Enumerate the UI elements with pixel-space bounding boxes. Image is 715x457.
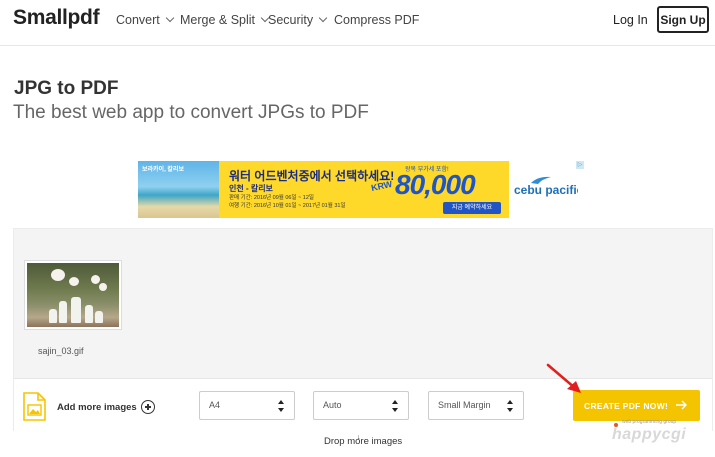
advertisement-banner[interactable]: 보라카이, 칼리보 워터 어드벤처중에서 선택하세요! 인천 - 칼리보 판매 … bbox=[138, 161, 578, 218]
ad-route: 인천 - 칼리보 bbox=[229, 184, 273, 193]
annotation-arrow-icon bbox=[545, 362, 585, 396]
ad-headline: 워터 어드벤처중에서 선택하세요! bbox=[229, 169, 395, 183]
flower-shape bbox=[69, 277, 79, 286]
ad-choices-icon[interactable]: ▷ bbox=[576, 161, 584, 169]
watermark-logo: happycgi bbox=[612, 426, 687, 443]
arrow-right-icon bbox=[676, 400, 688, 410]
page-subtitle: The best web app to convert JPGs to PDF bbox=[13, 102, 369, 123]
vase-shape bbox=[49, 309, 57, 323]
nav-merge-split-label: Merge & Split bbox=[180, 13, 256, 27]
margin-value: Small Margin bbox=[438, 400, 491, 410]
page-title: JPG to PDF bbox=[14, 78, 119, 99]
watermark-tagline: web programming group bbox=[622, 419, 677, 425]
smallpdf-logo[interactable]: Smallpdf bbox=[13, 6, 100, 30]
orientation-select[interactable]: Auto bbox=[313, 391, 409, 420]
nav-convert[interactable]: Convert bbox=[116, 13, 175, 27]
select-arrows-icon bbox=[392, 400, 399, 412]
chevron-down-icon bbox=[165, 13, 175, 23]
select-arrows-icon bbox=[278, 400, 285, 412]
orientation-value: Auto bbox=[323, 400, 342, 410]
login-link[interactable]: Log In bbox=[613, 13, 648, 27]
nav-security-label: Security bbox=[268, 13, 314, 27]
nav-compress-pdf-label: Compress PDF bbox=[334, 13, 420, 27]
flower-shape bbox=[91, 275, 100, 284]
add-more-images-label[interactable]: Add more images bbox=[57, 402, 137, 413]
ad-beach-photo: 보라카이, 칼리보 bbox=[138, 161, 219, 218]
flower-shape bbox=[99, 283, 107, 291]
page-size-value: A4 bbox=[209, 400, 221, 410]
conversion-toolbar: Add more images A4 Auto Small Margin CRE… bbox=[14, 378, 712, 431]
drop-more-images-hint: Drop more images bbox=[324, 436, 403, 447]
select-arrows-icon bbox=[507, 400, 514, 412]
vase-shape bbox=[85, 305, 93, 323]
margin-select[interactable]: Small Margin bbox=[428, 391, 524, 420]
create-pdf-button[interactable]: CREATE PDF NOW! bbox=[573, 390, 700, 421]
flower-shape bbox=[51, 269, 65, 281]
ad-brand: cebu pacific bbox=[514, 183, 578, 197]
image-thumbnail-card[interactable] bbox=[24, 260, 122, 330]
top-navigation-bar: Smallpdf Convert Merge & Split Security … bbox=[0, 0, 715, 46]
page-size-select[interactable]: A4 bbox=[199, 391, 295, 420]
signup-button[interactable]: Sign Up bbox=[657, 6, 709, 33]
ad-photo-caption: 보라카이, 칼리보 bbox=[142, 167, 184, 173]
vase-shape bbox=[71, 297, 81, 323]
create-pdf-label: CREATE PDF NOW! bbox=[584, 400, 669, 411]
ad-yellow-panel: 워터 어드벤처중에서 선택하세요! 인천 - 칼리보 판매 기간: 2016년 … bbox=[219, 161, 509, 218]
add-circle-icon[interactable] bbox=[141, 400, 155, 414]
nav-compress-pdf[interactable]: Compress PDF bbox=[334, 13, 419, 27]
chevron-down-icon bbox=[318, 13, 328, 23]
image-file-name: sajin_03.gif bbox=[38, 346, 84, 356]
vase-shape bbox=[59, 301, 67, 323]
nav-security[interactable]: Security bbox=[268, 13, 328, 27]
ad-cta-button[interactable]: 지금 예약하세요 bbox=[443, 202, 501, 214]
nav-convert-label: Convert bbox=[116, 13, 160, 27]
ad-dates: 판매 기간: 2016년 09월 06일 ~ 12일 여행 기간: 2016년 … bbox=[229, 195, 346, 209]
image-file-icon[interactable] bbox=[23, 392, 46, 421]
ad-price: 80,000 bbox=[395, 169, 476, 200]
nav-merge-split[interactable]: Merge & Split bbox=[180, 13, 270, 27]
upload-workspace[interactable]: sajin_03.gif Add more images A4 Auto Sma… bbox=[13, 228, 713, 431]
image-thumbnail bbox=[27, 263, 119, 327]
vase-shape bbox=[95, 311, 103, 323]
